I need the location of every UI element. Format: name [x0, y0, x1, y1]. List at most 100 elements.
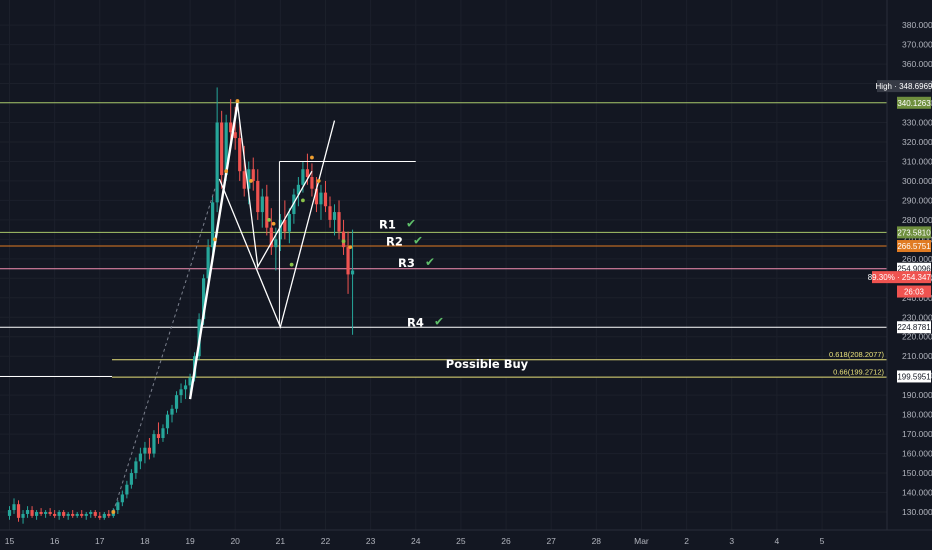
candle-body	[107, 513, 111, 516]
x-tick-label: 2	[684, 536, 689, 546]
candle-body	[242, 171, 246, 189]
price-tag-label: 199.5951	[897, 372, 931, 381]
y-tick-label: 140.0000	[902, 488, 932, 498]
y-tick-label: 180.0000	[902, 410, 932, 420]
candle-body	[147, 447, 152, 454]
candle-body	[75, 513, 79, 516]
y-tick-label: 210.0000	[902, 351, 932, 361]
candle-body	[165, 414, 170, 429]
fib-level-label: 0.66(199.2712)	[833, 368, 884, 377]
candle-body	[233, 132, 237, 139]
y-tick-label: 230.0000	[902, 312, 932, 322]
candle-body	[98, 515, 102, 518]
candle-body	[265, 196, 269, 228]
pivot-dot	[348, 245, 353, 250]
candle-body	[260, 196, 264, 213]
x-tick-label: 23	[366, 536, 376, 546]
candle-body	[21, 513, 25, 518]
high-tag-label: High · 348.6969	[876, 82, 932, 91]
candle-body	[337, 212, 341, 232]
candle-body	[310, 177, 314, 189]
pivot-dot	[316, 179, 321, 183]
candle-body	[215, 122, 219, 203]
y-tick-label: 370.0000	[902, 40, 932, 50]
y-tick-label: 310.0000	[902, 156, 932, 166]
price-tag-label: 340.1263	[897, 99, 931, 108]
x-tick-label: 28	[592, 536, 602, 546]
candle-body	[89, 512, 93, 514]
candle-body	[152, 434, 156, 454]
resistance-label: R1	[379, 218, 396, 232]
candle-body	[120, 494, 124, 503]
candle-body	[161, 428, 165, 438]
candle-body	[332, 212, 337, 220]
candle-body	[34, 512, 39, 516]
candle-body	[30, 510, 34, 516]
candle-body	[174, 395, 179, 409]
candle-body	[346, 247, 350, 275]
candle-body	[25, 510, 30, 514]
x-tick-label: 20	[230, 536, 240, 546]
y-tick-label: 380.0000	[902, 20, 932, 30]
candle-body	[39, 512, 43, 514]
price-tag-label: 26:03	[904, 288, 925, 297]
price-tag-label: 266.5751	[897, 242, 931, 251]
pivot-dot	[289, 262, 294, 267]
x-tick-label: 17	[95, 536, 105, 546]
pivot-dot	[341, 239, 346, 244]
check-icon: ✔	[413, 233, 423, 247]
candle-body	[7, 510, 12, 516]
candle-body	[116, 502, 120, 511]
x-tick-label: 25	[456, 536, 466, 546]
candle-body	[134, 461, 138, 474]
candle-body	[57, 512, 61, 516]
candle-body	[301, 169, 305, 185]
candle-body	[323, 192, 328, 207]
candle-body	[71, 513, 75, 516]
x-tick-label: 26	[501, 536, 511, 546]
y-tick-label: 320.0000	[902, 137, 932, 147]
x-tick-label: 22	[321, 536, 331, 546]
candle-body	[274, 239, 278, 248]
candle-body	[156, 434, 161, 438]
x-tick-label: 15	[5, 536, 15, 546]
pivot-dot	[212, 237, 217, 242]
candle-body	[12, 504, 16, 511]
price-tag-label: 224.8781	[897, 323, 931, 332]
candle-body	[102, 513, 106, 518]
buy-zone-label: Possible Buy	[446, 357, 529, 371]
x-tick-label: 5	[820, 536, 825, 546]
x-tick-label: 18	[140, 536, 150, 546]
candle-body	[93, 512, 97, 516]
chart-background	[0, 0, 932, 550]
candle-body	[188, 377, 192, 386]
candle-body	[328, 206, 332, 220]
x-tick-label: 24	[411, 536, 421, 546]
fib-level-label: 0.618(208.2077)	[829, 350, 885, 359]
candle-body	[350, 270, 355, 275]
x-tick-label: 21	[276, 536, 286, 546]
candle-body	[138, 453, 143, 462]
candle-body	[53, 513, 57, 516]
check-icon: ✔	[425, 255, 435, 269]
candle-body	[251, 169, 255, 181]
x-tick-label: Mar	[634, 536, 649, 546]
resistance-label: R4	[407, 315, 424, 329]
y-tick-label: 160.0000	[902, 449, 932, 459]
pivot-dot	[301, 198, 305, 203]
y-tick-label: 360.0000	[902, 59, 932, 69]
candle-body	[287, 214, 291, 232]
check-icon: ✔	[406, 217, 416, 231]
x-tick-label: 3	[729, 536, 734, 546]
y-tick-label: 290.0000	[902, 195, 932, 205]
candle-body	[80, 513, 84, 516]
candle-body	[125, 484, 129, 495]
candle-body	[256, 180, 260, 213]
x-tick-label: 19	[185, 536, 195, 546]
pivot-dot	[111, 510, 116, 514]
trading-chart[interactable]: 0.618(208.2077) 0.66(199.2712) Possible Bu…	[0, 0, 932, 550]
y-tick-label: 220.0000	[902, 332, 932, 342]
resistance-label: R2	[386, 234, 403, 248]
y-tick-label: 280.0000	[902, 215, 932, 225]
pivot-dot	[271, 221, 276, 226]
